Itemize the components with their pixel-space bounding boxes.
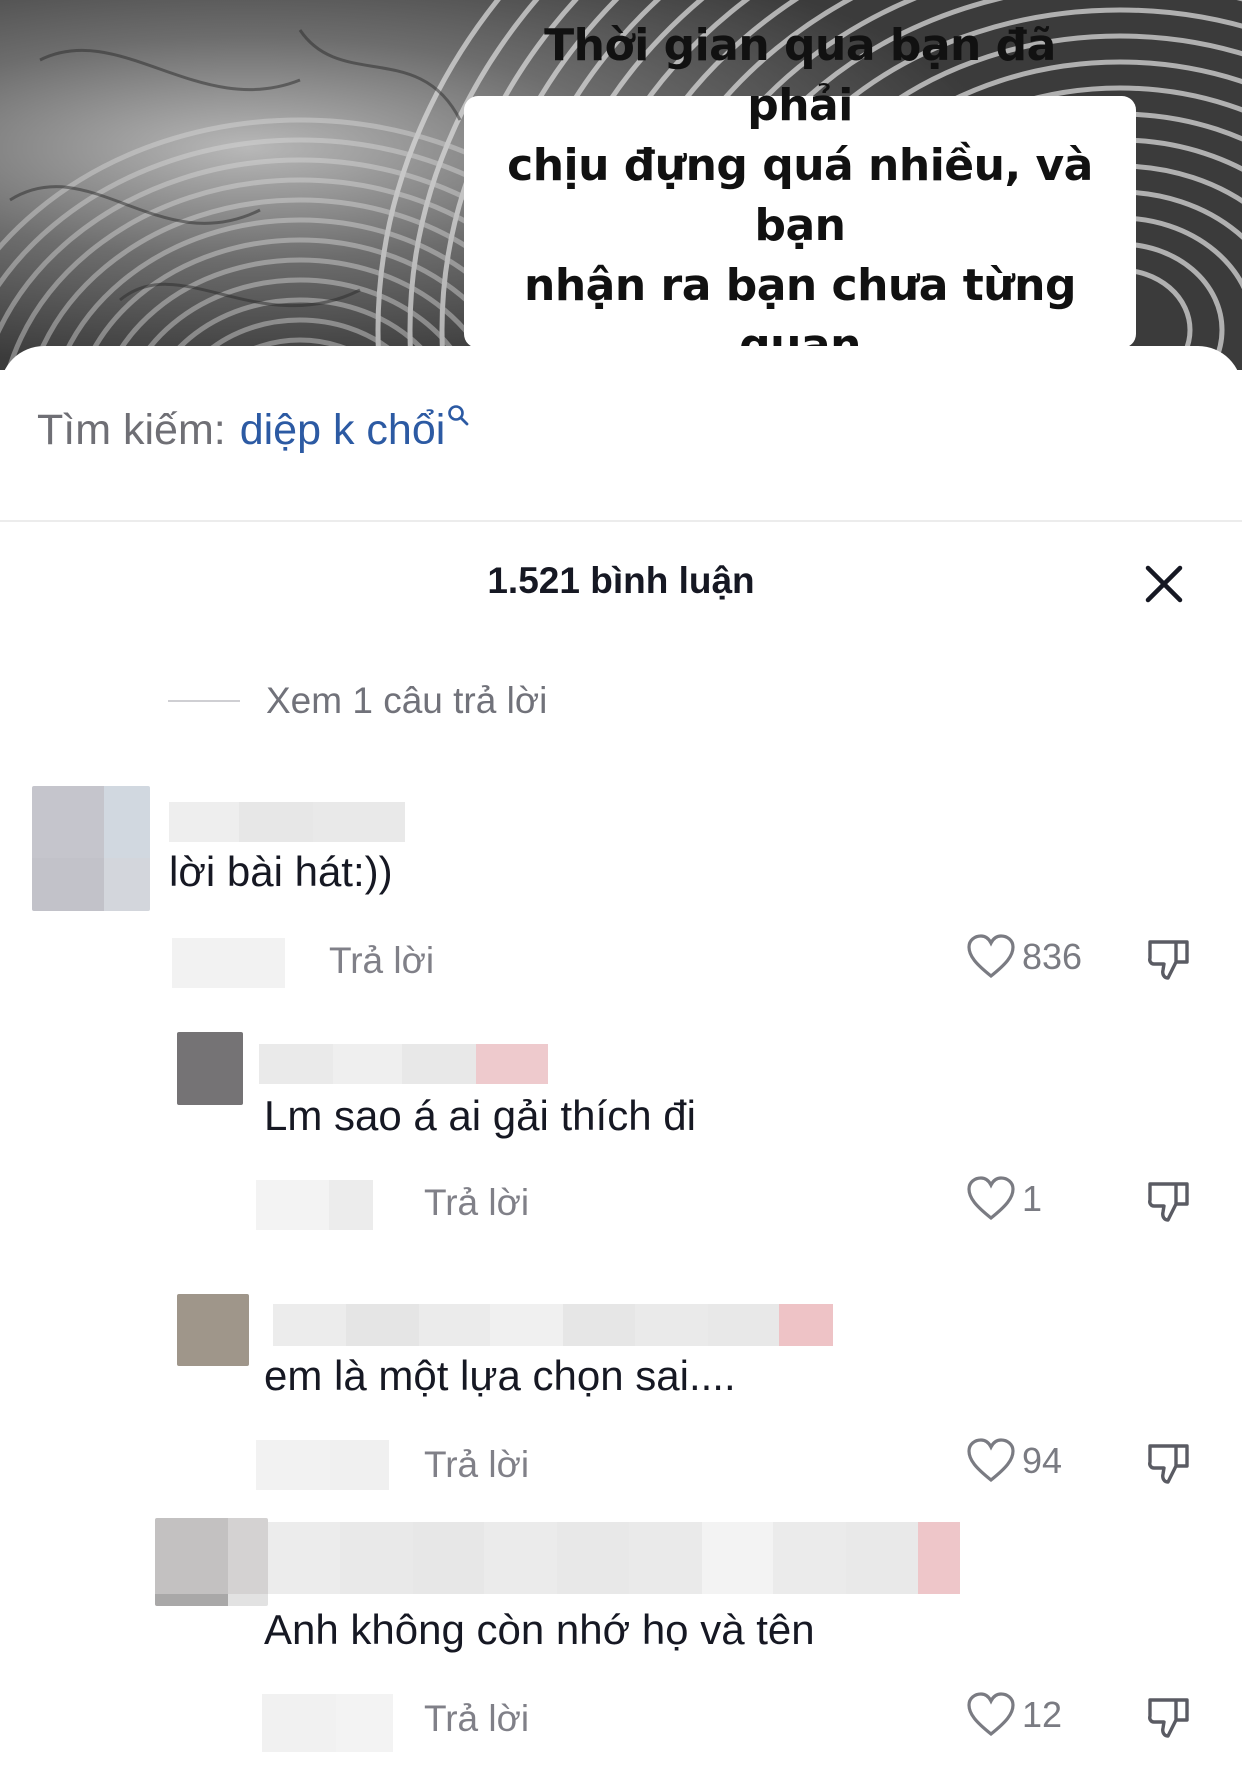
- username-redacted[interactable]: [169, 802, 405, 842]
- timestamp-redacted: [256, 1440, 389, 1490]
- dislike-button[interactable]: [1146, 1694, 1192, 1745]
- search-suggestion[interactable]: Tìm kiếm: diệp k chổi: [37, 405, 469, 466]
- reply-button[interactable]: Trả lời: [329, 940, 434, 982]
- like-button[interactable]: 94: [966, 1438, 1062, 1484]
- dislike-button[interactable]: [1146, 1178, 1192, 1229]
- like-button[interactable]: 836: [966, 934, 1082, 980]
- video-caption-text: Thời gian qua bạn đã phải chịu đựng quá …: [507, 20, 1093, 370]
- reply-button[interactable]: Trả lời: [424, 1698, 529, 1740]
- dislike-button[interactable]: [1146, 1440, 1192, 1491]
- reply-button[interactable]: Trả lời: [424, 1444, 529, 1486]
- like-count: 1: [1022, 1178, 1043, 1219]
- heart-icon: [967, 1438, 1015, 1483]
- video-caption: Thời gian qua bạn đã phải chịu đựng quá …: [464, 20, 1136, 370]
- search-prefix-label: Tìm kiếm:: [37, 406, 226, 454]
- thumbs-down-icon: [1148, 1444, 1189, 1484]
- dislike-button[interactable]: [1146, 936, 1192, 987]
- search-icon: [447, 388, 469, 437]
- comment-count-title: 1.521 bình luận: [487, 560, 755, 601]
- comment-text: Anh không còn nhớ họ và tên: [264, 1606, 815, 1653]
- like-button[interactable]: 1: [966, 1176, 1042, 1222]
- username-redacted[interactable]: [259, 1044, 548, 1084]
- like-count: 12: [1022, 1694, 1063, 1735]
- reply-button[interactable]: Trả lời: [424, 1182, 529, 1224]
- heart-icon: [967, 1692, 1015, 1737]
- comment-text: em là một lựa chọn sai....: [264, 1352, 736, 1399]
- comment-item: lời bài hát:)) Trả lời 836: [0, 786, 1242, 1016]
- like-count: 836: [1022, 936, 1083, 977]
- username-redacted[interactable]: [273, 1304, 833, 1346]
- avatar[interactable]: [177, 1032, 243, 1105]
- avatar[interactable]: [155, 1518, 268, 1606]
- like-button[interactable]: 12: [966, 1692, 1062, 1738]
- view-replies-label: Xem 1 câu trả lời: [266, 680, 548, 721]
- comment-item: Lm sao á ai gải thích đi Trả lời 1: [0, 1032, 1242, 1262]
- thumbs-down-icon: [1148, 1182, 1189, 1222]
- avatar[interactable]: [32, 786, 150, 911]
- comment-text: Lm sao á ai gải thích đi: [264, 1092, 696, 1139]
- avatar[interactable]: [177, 1294, 249, 1366]
- heart-icon: [967, 1176, 1015, 1221]
- comment-item: em là một lựa chọn sai.... Trả lời 94: [0, 1294, 1242, 1524]
- thumbs-down-icon: [1148, 940, 1189, 980]
- video-background[interactable]: Thời gian qua bạn đã phải chịu đựng quá …: [0, 0, 1242, 370]
- thumbs-down-icon: [1148, 1698, 1189, 1738]
- heart-icon: [967, 934, 1015, 979]
- comment-item: Anh không còn nhớ họ và tên Trả lời 12: [0, 1518, 1242, 1758]
- timestamp-redacted: [172, 938, 285, 988]
- timestamp-redacted: [262, 1694, 393, 1752]
- username-redacted[interactable]: [268, 1522, 1030, 1594]
- search-term-link[interactable]: diệp k chổi: [240, 406, 446, 455]
- divider: [0, 520, 1242, 522]
- close-icon: [1145, 565, 1183, 603]
- view-replies-button[interactable]: Xem 1 câu trả lời: [168, 676, 547, 726]
- replies-line: [168, 700, 240, 702]
- comments-sheet: Tìm kiếm: diệp k chổi 1.521 bình luận Xe…: [0, 346, 1242, 1767]
- close-button[interactable]: [1142, 562, 1186, 606]
- timestamp-redacted: [256, 1180, 373, 1230]
- like-count: 94: [1022, 1440, 1063, 1481]
- comment-text: lời bài hát:)): [169, 848, 393, 895]
